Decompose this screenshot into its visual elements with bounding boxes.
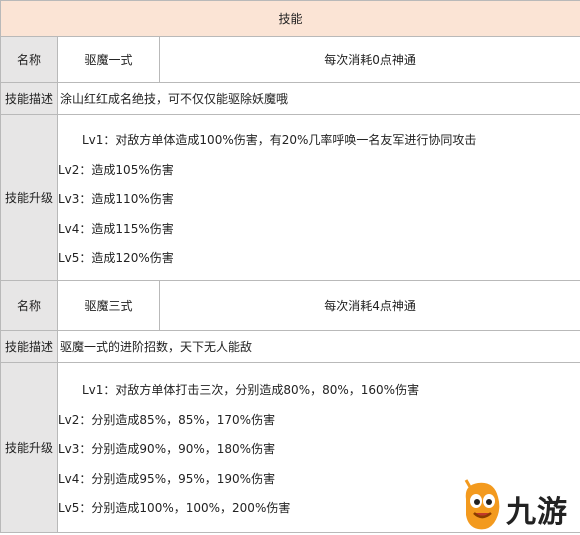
level-line: Lv2：造成105%伤害 <box>58 162 174 177</box>
skill-cost: 每次消耗4点神通 <box>158 280 580 331</box>
upgrade-label: 技能升级 <box>0 362 58 533</box>
level-line: Lv2：分别造成85%，85%，170%伤害 <box>58 412 276 427</box>
level-line: Lv1：对敌方单体造成100%伤害，有20%几率呼唤一名友军进行协同攻击 <box>82 133 477 148</box>
name-label: 名称 <box>0 36 58 83</box>
skill-table: 技能 名称 驱魔一式 每次消耗0点神通 技能描述 涂山红红成名绝技，可不仅仅能驱… <box>0 0 580 533</box>
upgrade-label: 技能升级 <box>0 114 58 281</box>
table-title: 技能 <box>0 0 580 37</box>
level-line: Lv3：分别造成90%，90%，180%伤害 <box>58 442 276 457</box>
watermark-logo: 九游 <box>458 479 576 533</box>
level-line: Lv5：造成120%伤害 <box>58 251 174 266</box>
mascot-icon <box>464 479 500 530</box>
skill-name: 驱魔三式 <box>57 280 160 331</box>
upgrade-levels: Lv1：对敌方单体造成100%伤害，有20%几率呼唤一名友军进行协同攻击 Lv2… <box>56 114 580 281</box>
desc-label: 技能描述 <box>0 330 58 363</box>
level-line: Lv3：造成110%伤害 <box>58 192 174 207</box>
level-line: Lv1：对敌方单体打击三次，分别造成80%，80%，160%伤害 <box>82 383 420 398</box>
skill-desc: 驱魔一式的进阶招数，天下无人能敌 <box>56 330 580 363</box>
skill-cost: 每次消耗0点神通 <box>158 36 580 83</box>
watermark-text: 九游 <box>506 495 568 530</box>
level-line: Lv4：造成115%伤害 <box>58 221 174 236</box>
name-label: 名称 <box>0 280 58 331</box>
desc-label: 技能描述 <box>0 82 58 115</box>
skill-desc: 涂山红红成名绝技，可不仅仅能驱除妖魔哦 <box>56 82 580 115</box>
skill-name: 驱魔一式 <box>57 36 160 83</box>
